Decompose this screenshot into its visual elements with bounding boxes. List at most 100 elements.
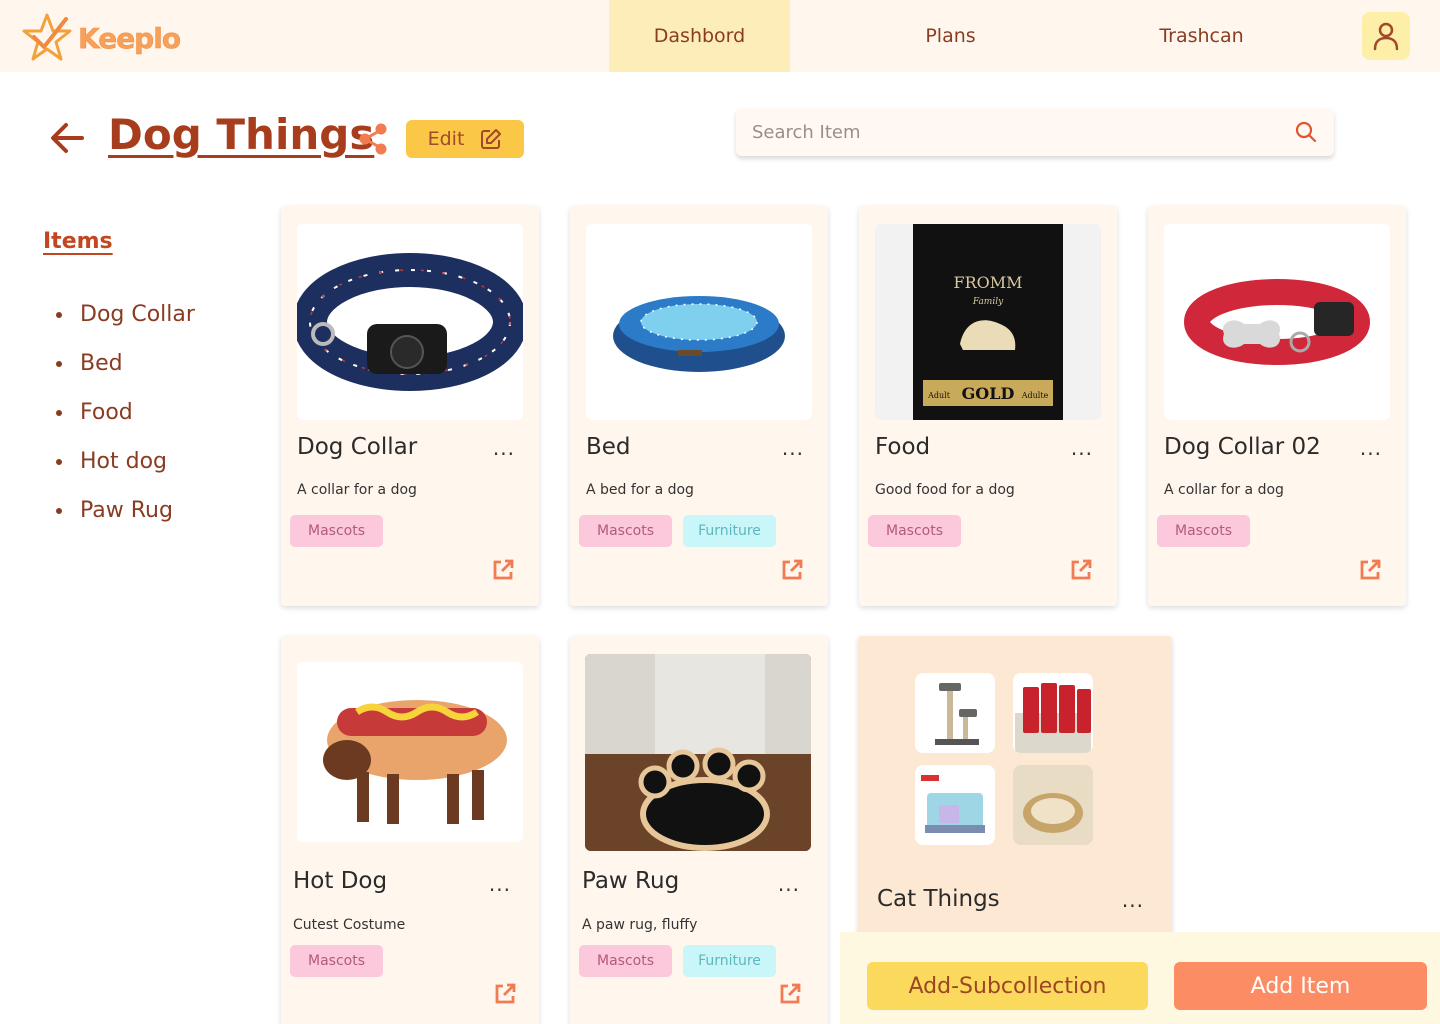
tag-list: Mascots Furniture (579, 515, 776, 547)
more-options-icon[interactable]: ... (1122, 888, 1144, 912)
tag-mascots[interactable]: Mascots (290, 945, 383, 977)
page-title: Dog Things (108, 110, 375, 159)
tag-mascots[interactable]: Mascots (290, 515, 383, 547)
external-link-icon[interactable] (1358, 558, 1382, 582)
item-card-bed[interactable]: Bed ... A bed for a dog Mascots Furnitur… (570, 206, 828, 606)
item-card-dog-collar[interactable]: Dog Collar ... A collar for a dog Mascot… (281, 206, 539, 606)
more-options-icon[interactable]: ... (1360, 436, 1382, 460)
item-name: Hot Dog (293, 868, 388, 894)
item-image: FROMM Family GOLD Adult Adulte (875, 224, 1101, 420)
item-card-dog-collar-02[interactable]: Dog Collar 02 ... A collar for a dog Mas… (1148, 206, 1406, 606)
tag-mascots[interactable]: Mascots (1157, 515, 1250, 547)
collar-image (297, 253, 523, 391)
tag-mascots[interactable]: Mascots (868, 515, 961, 547)
sidebar-item-hot-dog[interactable]: Hot dog (56, 437, 195, 486)
edit-button-label: Edit (427, 128, 465, 150)
edit-icon (481, 129, 502, 149)
bullet (56, 409, 62, 416)
item-description: Cutest Costume (293, 917, 406, 933)
more-options-icon[interactable]: ... (493, 436, 515, 460)
nav-dashboard[interactable]: Dashbord (609, 0, 790, 72)
back-arrow-icon[interactable] (48, 118, 88, 158)
item-name: Food (875, 434, 931, 460)
external-link-icon[interactable] (491, 558, 515, 582)
item-description: Good food for a dog (875, 482, 1015, 498)
tag-list: Mascots (1157, 515, 1250, 547)
sidebar-item-label: Paw Rug (80, 498, 173, 523)
item-image (585, 654, 811, 851)
page: Keeplo Dashbord Plans Trashcan Dog Thing… (0, 0, 1440, 1024)
bullet (56, 458, 62, 465)
tag-mascots[interactable]: Mascots (579, 945, 672, 977)
search-bar (736, 108, 1334, 156)
sidebar-item-food[interactable]: Food (56, 388, 195, 437)
tag-furniture[interactable]: Furniture (683, 515, 776, 547)
add-item-button[interactable]: Add Item (1174, 962, 1427, 1010)
item-description: A paw rug, fluffy (582, 917, 698, 933)
nav-trashcan[interactable]: Trashcan (1111, 0, 1292, 72)
items-heading[interactable]: Items (43, 229, 113, 254)
item-name: Dog Collar (297, 434, 418, 460)
item-description: A collar for a dog (1164, 482, 1284, 498)
nav-plans[interactable]: Plans (860, 0, 1041, 72)
paw-rug-image (585, 654, 811, 851)
add-subcollection-button[interactable]: Add-Subcollection (867, 962, 1148, 1010)
item-image (297, 662, 523, 842)
dog-food-bag-image: FROMM Family GOLD Adult Adulte (913, 224, 1063, 420)
action-bar: Add-Subcollection Add Item (840, 932, 1440, 1024)
more-options-icon[interactable]: ... (778, 872, 800, 896)
search-icon[interactable] (1294, 120, 1318, 144)
item-name: Dog Collar 02 (1164, 434, 1321, 460)
sidebar-item-bed[interactable]: Bed (56, 339, 195, 388)
sidebar-item-label: Food (80, 400, 133, 425)
logo-text: Keeplo (78, 21, 182, 55)
item-card-paw-rug[interactable]: Paw Rug ... A paw rug, fluffy Mascots Fu… (570, 636, 828, 1024)
external-link-icon[interactable] (780, 558, 804, 582)
item-description: A bed for a dog (586, 482, 694, 498)
item-name: Bed (586, 434, 631, 460)
item-image (1164, 224, 1390, 420)
item-card-food[interactable]: FROMM Family GOLD Adult Adulte Food ... … (859, 206, 1117, 606)
subcollection-card-cat-things[interactable]: Cat Things ... (858, 636, 1172, 946)
star-logo-icon (22, 13, 72, 61)
item-name: Paw Rug (582, 868, 680, 894)
more-options-icon[interactable]: ... (489, 872, 511, 896)
logo[interactable]: Keeplo (20, 12, 182, 64)
sidebar-item-dog-collar[interactable]: Dog Collar (56, 290, 195, 339)
external-link-icon[interactable] (493, 982, 517, 1006)
food-gold-text: GOLD (962, 384, 1015, 403)
cat-litter-bags-thumbnail (1013, 673, 1093, 753)
cat-house-thumbnail (915, 765, 995, 845)
share-icon[interactable] (356, 122, 390, 156)
edit-button[interactable]: Edit (406, 120, 524, 158)
item-description: A collar for a dog (297, 482, 417, 498)
dog-bed-image (613, 296, 785, 372)
tag-furniture[interactable]: Furniture (683, 945, 776, 977)
profile-button[interactable] (1362, 12, 1410, 60)
food-adulte-text: Adulte (1021, 391, 1049, 400)
subcollection-name: Cat Things (877, 886, 1000, 912)
bullet (56, 360, 62, 367)
top-nav-bar: Keeplo Dashbord Plans Trashcan (0, 0, 1440, 72)
cat-bed-thumbnail (1013, 765, 1093, 845)
sidebar-item-paw-rug[interactable]: Paw Rug (56, 486, 195, 535)
more-options-icon[interactable]: ... (782, 436, 804, 460)
more-options-icon[interactable]: ... (1071, 436, 1093, 460)
items-list: Dog Collar Bed Food Hot dog Paw Rug (56, 290, 195, 535)
tag-mascots[interactable]: Mascots (579, 515, 672, 547)
food-brand-text: FROMM (953, 273, 1022, 292)
search-input[interactable] (752, 121, 1294, 143)
item-image (586, 224, 812, 420)
food-family-text: Family (972, 297, 1004, 307)
tag-list: Mascots Furniture (579, 945, 776, 977)
sidebar-item-label: Hot dog (80, 449, 168, 474)
sidebar-item-label: Dog Collar (80, 302, 195, 327)
item-card-hot-dog[interactable]: Hot Dog ... Cutest Costume Mascots (281, 636, 539, 1024)
food-adult-text: Adult (927, 391, 951, 400)
bullet (56, 507, 62, 514)
external-link-icon[interactable] (778, 982, 802, 1006)
user-icon (1373, 22, 1399, 51)
cat-tree-thumbnail (915, 673, 995, 753)
hotdog-costume-image (323, 700, 507, 824)
external-link-icon[interactable] (1069, 558, 1093, 582)
